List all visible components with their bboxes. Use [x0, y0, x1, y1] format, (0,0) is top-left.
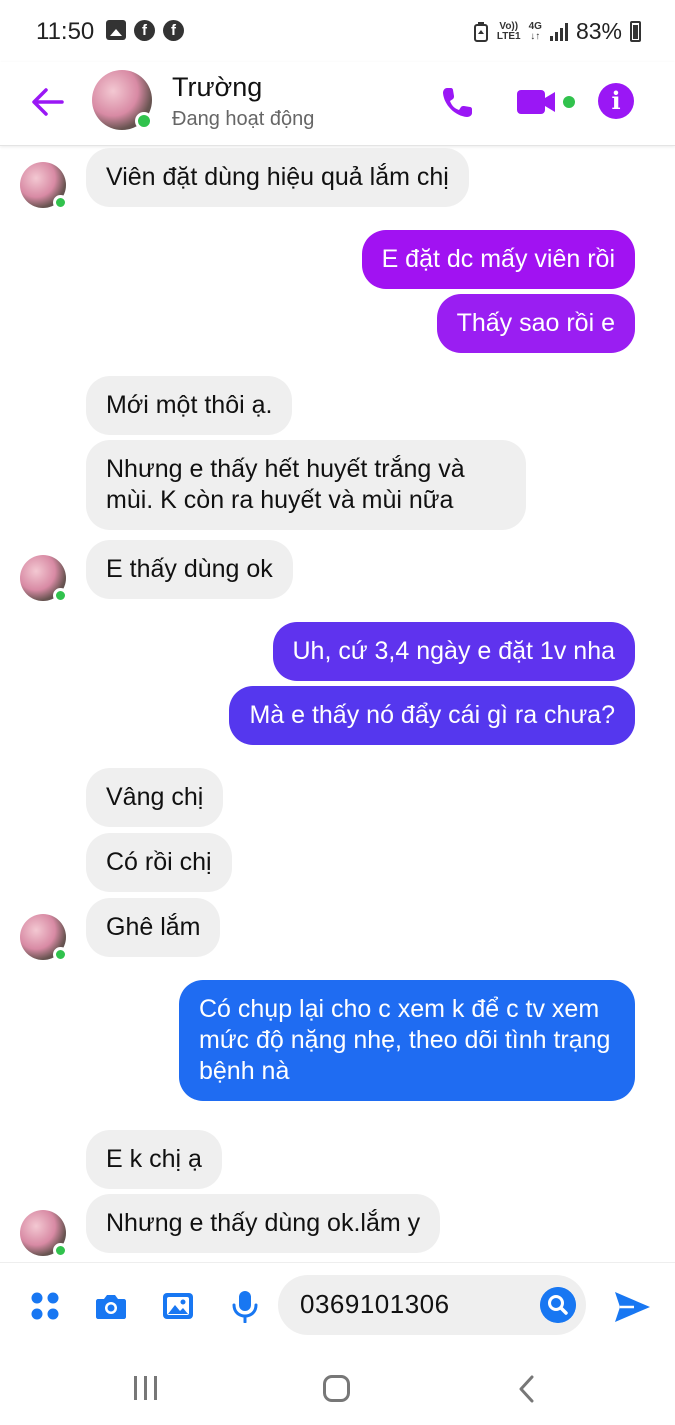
message-bubble-incoming[interactable]: Vâng chị [86, 768, 224, 827]
phone-call-icon[interactable] [440, 84, 476, 120]
online-indicator [135, 112, 153, 130]
status-bar: 11:50 f f Vo)) LTE1 4G ↓↑ 83% [0, 0, 675, 62]
contact-status: Đang hoạt động [172, 108, 315, 130]
4g-label: 4G [528, 20, 542, 32]
lte-label: LTE1 [496, 30, 521, 42]
recent-apps-icon[interactable] [134, 1376, 157, 1400]
data-arrows: ↓↑ [530, 30, 541, 42]
status-time: 11:50 [36, 18, 95, 45]
message-bubble-incoming[interactable]: Ghê lắm [86, 898, 221, 957]
video-call-icon[interactable] [515, 86, 577, 118]
search-icon[interactable] [540, 1287, 576, 1323]
message-composer: 0369101306 [0, 1262, 675, 1346]
message-bubble-outgoing[interactable]: Có chụp lại cho c xem k để c tv xem mức … [179, 980, 635, 1101]
message-bubble-incoming[interactable]: E k chị ạ [86, 1130, 222, 1189]
online-indicator [53, 588, 68, 603]
facebook-notification-icon-2: f [163, 20, 184, 41]
message-bubble-outgoing[interactable]: Mà e thấy nó đẩy cái gì ra chưa? [229, 686, 635, 745]
sender-avatar[interactable] [20, 914, 68, 962]
camera-icon[interactable] [94, 1289, 128, 1323]
battery-icon [630, 21, 641, 42]
sender-avatar[interactable] [20, 555, 68, 603]
signal-icon [549, 22, 568, 41]
info-icon[interactable]: i [598, 83, 634, 119]
gallery-notification-icon [106, 20, 126, 40]
message-bubble-outgoing[interactable]: E đặt dc mấy viên rồi [361, 230, 635, 289]
notification-icons: f f [106, 20, 184, 41]
back-arrow-icon[interactable] [28, 84, 68, 120]
home-icon[interactable] [323, 1375, 350, 1402]
microphone-icon[interactable] [228, 1289, 262, 1323]
message-bubble-outgoing[interactable]: Uh, cứ 3,4 ngày e đặt 1v nha [272, 622, 635, 681]
message-bubble-incoming[interactable]: Có rồi chị [86, 833, 232, 892]
facebook-notification-icon: f [134, 20, 155, 41]
message-bubble-incoming[interactable]: E thấy dùng ok [86, 540, 293, 599]
message-bubble-outgoing[interactable]: Thấy sao rồi e [436, 294, 635, 353]
apps-grid-icon[interactable] [28, 1289, 62, 1323]
online-indicator [53, 195, 68, 210]
volte-indicator: Vo)) LTE1 [496, 20, 521, 42]
sender-avatar[interactable] [20, 162, 68, 210]
send-icon[interactable] [612, 1289, 652, 1325]
message-input[interactable]: 0369101306 [278, 1275, 586, 1335]
battery-percent: 83% [575, 18, 622, 44]
battery-saver-icon [473, 21, 488, 42]
chat-header: Trường Đang hoạt động i [0, 62, 675, 146]
back-icon[interactable] [513, 1374, 543, 1404]
message-bubble-incoming[interactable]: Nhưng e thấy dùng ok.lắm y [86, 1194, 441, 1253]
online-indicator [53, 1243, 68, 1258]
contact-name[interactable]: Trường [172, 72, 262, 103]
message-bubble-incoming[interactable]: Nhưng e thấy hết huyết trắng và mùi. K c… [86, 440, 526, 530]
volte-label: Vo)) [499, 20, 519, 32]
system-navigation-bar [0, 1346, 675, 1425]
message-bubble-incoming[interactable]: Viên đặt dùng hiệu quả lắm chị [86, 148, 469, 207]
gallery-icon[interactable] [161, 1289, 195, 1323]
message-input-value: 0369101306 [300, 1289, 450, 1319]
data-indicator: 4G ↓↑ [528, 20, 542, 42]
message-bubble-incoming[interactable]: Mới một thôi ạ. [86, 376, 293, 435]
online-indicator [53, 947, 68, 962]
sender-avatar[interactable] [20, 1210, 68, 1258]
status-right: Vo)) LTE1 4G ↓↑ 83% [473, 18, 641, 45]
